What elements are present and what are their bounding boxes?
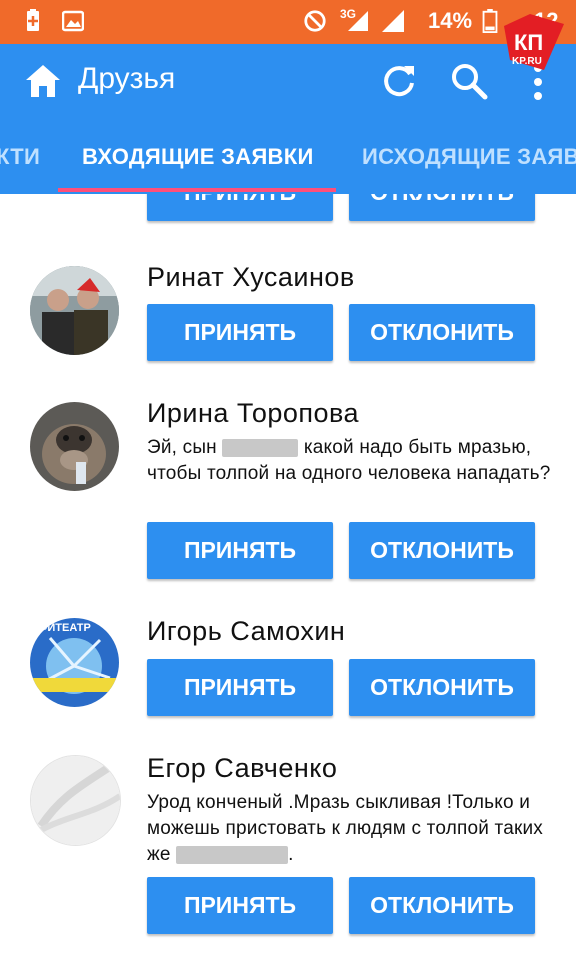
tab-incoming-requests[interactable]: ВХОДЯЩИЕ ЗАЯВКИ (82, 144, 314, 170)
decline-button[interactable]: ОТКЛОНИТЬ (349, 194, 535, 221)
accept-button[interactable]: ПРИНЯТЬ (147, 877, 333, 934)
home-icon[interactable] (24, 63, 62, 99)
page-title: Друзья (78, 62, 176, 95)
accept-button[interactable]: ПРИНЯТЬ (147, 522, 333, 579)
avatar-caption: ФИТЕАТР (38, 622, 91, 634)
tab-bar: КТИ ВХОДЯЩИЕ ЗАЯВКИ ИСХОДЯЩИЕ ЗАЯВ (0, 120, 576, 194)
status-bar: 3G 14% 12 (0, 0, 576, 44)
tab-indicator (58, 188, 336, 192)
decline-button[interactable]: ОТКЛОНИТЬ (349, 877, 535, 934)
battery-icon (482, 9, 498, 33)
request-message: Эй, сын какой надо быть мразью, чтобы то… (147, 437, 551, 484)
decline-button[interactable]: ОТКЛОНИТЬ (349, 522, 535, 579)
image-notification-icon (62, 10, 84, 32)
svg-text:КП: КП (514, 30, 543, 55)
avatar[interactable]: ФИТЕАТР (30, 618, 119, 707)
request-name[interactable]: Игорь Самохин (147, 616, 345, 647)
tab-outgoing-requests[interactable]: ИСХОДЯЩИЕ ЗАЯВ (362, 144, 576, 170)
accept-button[interactable]: ПРИНЯТЬ (147, 659, 333, 716)
request-name[interactable]: Егор Савченко (147, 753, 337, 784)
request-name[interactable]: Ирина Торопова (147, 398, 359, 429)
refresh-icon[interactable] (380, 62, 418, 100)
accept-button[interactable]: ПРИНЯТЬ (147, 194, 333, 221)
request-name[interactable]: Ринат Хусаинов (147, 262, 355, 293)
battery-percent: 14% (428, 8, 473, 33)
do-not-disturb-icon (304, 10, 326, 32)
decline-button[interactable]: ОТКЛОНИТЬ (349, 659, 535, 716)
svg-text:KP.RU: KP.RU (512, 56, 542, 67)
decline-button[interactable]: ОТКЛОНИТЬ (349, 304, 535, 361)
accept-button[interactable]: ПРИНЯТЬ (147, 304, 333, 361)
signal-strength-icon (382, 10, 404, 32)
requests-list[interactable]: ПРИНЯТЬ ОТКЛОНИТЬ Ринат Хусаинов ПРИНЯТЬ… (0, 194, 576, 960)
avatar[interactable] (30, 755, 121, 846)
request-message: Урод конченый .Мразь сыкливая !Только и … (147, 792, 544, 865)
kp-logo: КП KP.RU (500, 14, 566, 74)
signal-icon (348, 11, 368, 31)
censored-text (176, 845, 289, 864)
avatar[interactable] (30, 402, 119, 491)
censored-text (222, 438, 299, 457)
app-bar: Друзья (0, 44, 576, 120)
tab-previous[interactable]: КТИ (0, 144, 40, 170)
battery-saver-icon (27, 9, 39, 31)
avatar[interactable] (30, 266, 119, 355)
search-icon[interactable] (450, 62, 488, 100)
